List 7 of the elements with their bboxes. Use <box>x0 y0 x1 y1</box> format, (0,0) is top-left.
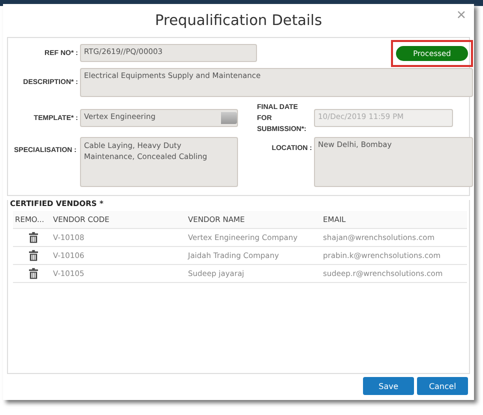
dialog-title: Prequalification Details <box>154 12 322 28</box>
save-button[interactable]: Save <box>363 377 414 395</box>
trash-icon[interactable] <box>28 268 38 279</box>
dropdown-button-icon <box>221 112 237 124</box>
trash-icon[interactable] <box>28 250 38 261</box>
cancel-button[interactable]: Cancel <box>417 377 468 395</box>
trash-icon[interactable] <box>28 232 38 243</box>
